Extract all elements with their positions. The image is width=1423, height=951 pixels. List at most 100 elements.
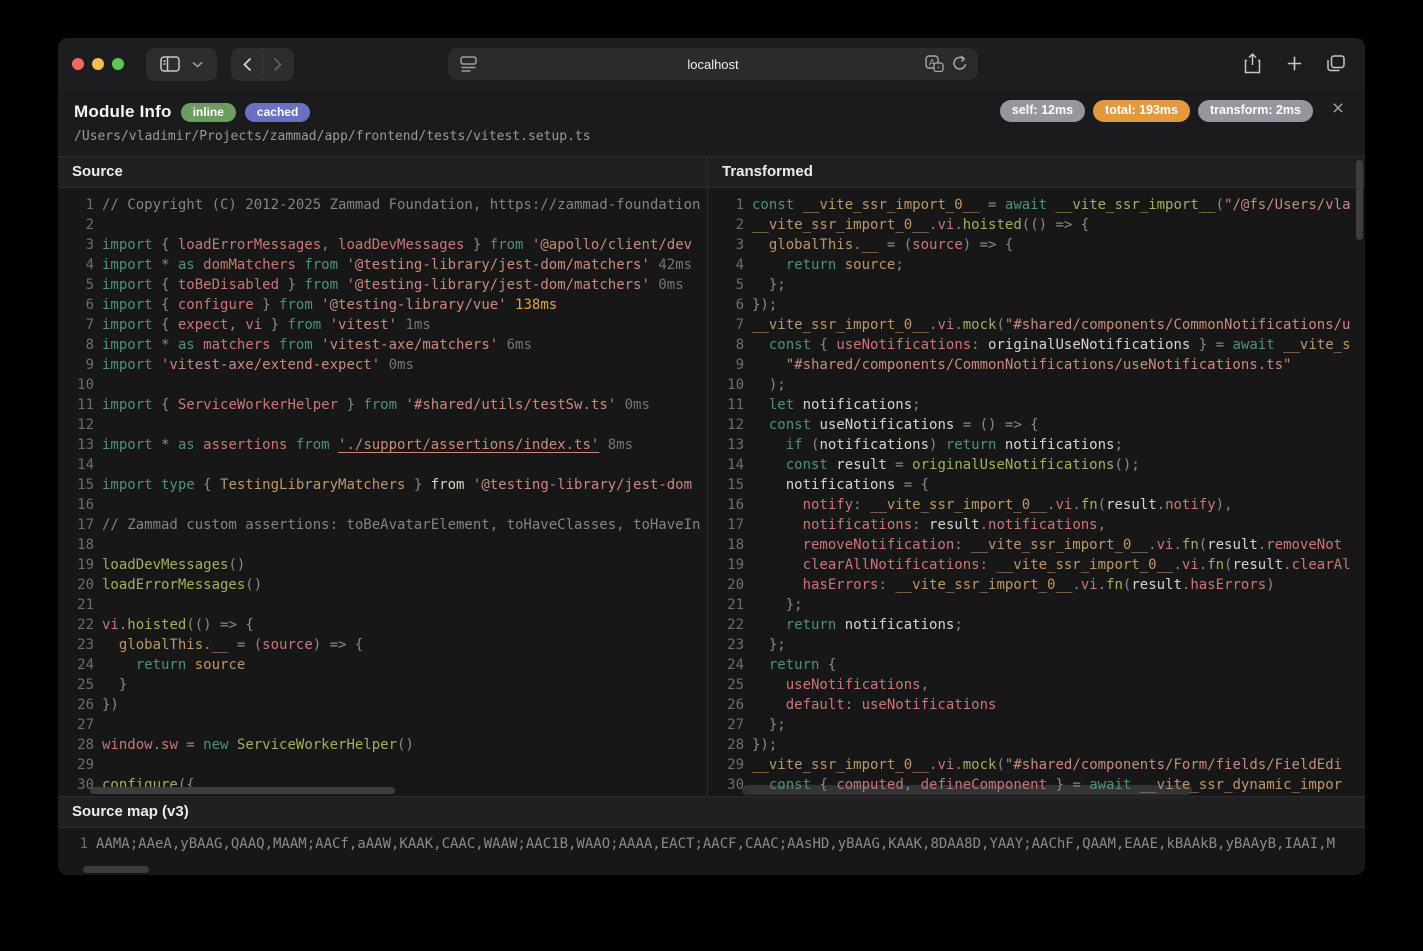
- code-token: __vite_ssr_import_0__: [870, 497, 1048, 513]
- line-number: 6: [85, 297, 94, 313]
- code-token: fn: [1181, 537, 1199, 553]
- address-bar[interactable]: localhost A ⋆: [448, 48, 978, 80]
- code-token: notifications: [996, 437, 1115, 453]
- code-token: loadDevMessages: [338, 237, 465, 253]
- line-number: 15: [727, 477, 744, 493]
- transformed-panel: Transformed 1 const __vite_ssr_import_0__…: [708, 156, 1365, 796]
- traffic-lights: [72, 58, 124, 70]
- code-token: }: [464, 237, 490, 253]
- code-token: "#shared/components/Form/fields/FieldEdi: [1004, 757, 1343, 773]
- translate-icon[interactable]: A ⋆: [925, 55, 944, 72]
- code-token: ,: [321, 237, 339, 253]
- code-token: :: [979, 557, 997, 573]
- code-line: 4 return source;: [708, 255, 1365, 275]
- code-token: __: [211, 637, 229, 653]
- code-line: 3 import { loadErrorMessages, loadDevMess…: [58, 235, 707, 255]
- code-token: from: [270, 337, 313, 353]
- code-token: });: [752, 297, 778, 313]
- code-token: from: [363, 397, 398, 413]
- zoom-window-button[interactable]: [112, 58, 124, 70]
- reload-icon[interactable]: [952, 55, 968, 72]
- code-line: 10 );: [708, 375, 1365, 395]
- code-line: 23 };: [708, 635, 1365, 655]
- code-token: }: [405, 477, 431, 493]
- code-token: as: [177, 437, 195, 453]
- code-token: from: [430, 477, 465, 493]
- code-token: = (: [228, 637, 263, 653]
- code-token: ),: [1215, 497, 1233, 513]
- code-token: __vite_ssr_import_0__: [794, 197, 980, 213]
- minimize-window-button[interactable]: [92, 58, 104, 70]
- source-map-horizontal-scrollbar[interactable]: [83, 866, 149, 873]
- code-token: .: [203, 637, 212, 653]
- sidebar-menu-button[interactable]: [190, 48, 213, 81]
- code-line: 2 __vite_ssr_import_0__.vi.hoisted(() => …: [708, 215, 1365, 235]
- url-text: localhost: [687, 56, 739, 72]
- code-token: :: [912, 517, 930, 533]
- code-token: import: [102, 237, 153, 253]
- code-token: ;: [1114, 437, 1123, 453]
- code-line: 21 };: [708, 595, 1365, 615]
- close-window-button[interactable]: [72, 58, 84, 70]
- code-token: removeNotification: [752, 537, 955, 553]
- code-token: (() => {: [1021, 217, 1090, 233]
- code-line: 3 globalThis.__ = (source) => {: [708, 235, 1365, 255]
- code-token: .: [1283, 557, 1292, 573]
- new-tab-button[interactable]: [1281, 48, 1307, 78]
- code-line: 29 __vite_ssr_import_0__.vi.mock("#shared…: [708, 755, 1365, 775]
- code-token: .: [853, 237, 862, 253]
- line-number: 3: [85, 237, 94, 253]
- module-info-header: Module Info inline cached self: 12ms tot…: [58, 90, 1365, 156]
- back-button[interactable]: [233, 48, 262, 81]
- code-token: useNotifications: [752, 677, 921, 693]
- code-line: 17 // Zammad custom assertions: toBeAvata…: [58, 515, 707, 535]
- code-line: 23 globalThis.__ = (source) => {: [58, 635, 707, 655]
- line-number: 10: [727, 377, 744, 393]
- transformed-horizontal-scrollbar[interactable]: [742, 785, 1192, 795]
- tab-overview-button[interactable]: [1323, 48, 1349, 78]
- code-token: __vite_ssr_import_0__: [752, 757, 930, 773]
- code-line: 22 vi.hoisted(() => {: [58, 615, 707, 635]
- line-number: 20: [727, 577, 744, 593]
- inline-badge: inline: [180, 102, 236, 122]
- code-token: 8ms: [599, 437, 634, 453]
- code-line: 18 removeNotification: __vite_ssr_import…: [708, 535, 1365, 555]
- line-number: 5: [735, 277, 744, 293]
- line-number: 7: [735, 317, 744, 333]
- code-token: result: [929, 517, 980, 533]
- line-number: 14: [727, 457, 744, 473]
- code-token: ServiceWorkerHelper: [177, 397, 339, 413]
- module-link[interactable]: './support/assertions/index.ts': [338, 437, 599, 453]
- code-token: ;: [954, 617, 963, 633]
- code-token: globalThis: [102, 637, 204, 653]
- code-token: 138ms: [506, 297, 558, 313]
- line-number: 23: [727, 637, 744, 653]
- line-number: 13: [77, 437, 94, 453]
- close-button[interactable]: ×: [1325, 96, 1351, 122]
- code-token: =: [177, 737, 204, 753]
- code-line: 19 loadDevMessages(): [58, 555, 707, 575]
- forward-button[interactable]: [263, 48, 292, 81]
- code-token: ,: [920, 677, 930, 693]
- code-token: if: [752, 437, 803, 453]
- line-number: 2: [735, 217, 744, 233]
- code-token: }: [102, 677, 128, 693]
- code-token: ) => {: [962, 237, 1014, 253]
- transformed-vertical-scrollbar[interactable]: [1356, 160, 1363, 240]
- code-line: 11 let notifications;: [708, 395, 1365, 415]
- total-time-badge: total: 193ms: [1093, 100, 1190, 122]
- code-token: from: [295, 257, 339, 273]
- source-horizontal-scrollbar[interactable]: [90, 787, 395, 794]
- line-number: 28: [77, 737, 94, 753]
- code-token: };: [752, 277, 786, 293]
- reader-icon[interactable]: [460, 56, 477, 72]
- share-button[interactable]: [1239, 48, 1265, 78]
- line-number: 15: [77, 477, 94, 493]
- code-token: :: [954, 537, 972, 553]
- code-token: vi: [937, 757, 955, 773]
- code-token: vi: [102, 617, 119, 633]
- code-token: const: [752, 197, 795, 213]
- sidebar-toggle-button[interactable]: [150, 48, 190, 81]
- code-token: {: [152, 277, 178, 293]
- code-token: '@apollo/client/dev: [523, 237, 693, 253]
